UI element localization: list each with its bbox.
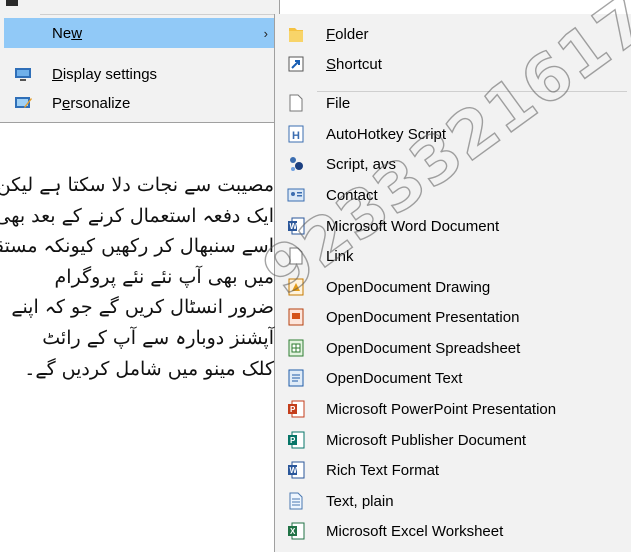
new-submenu-item-label: Microsoft PowerPoint Presentation (326, 400, 557, 418)
word-icon: W (287, 216, 305, 236)
excel-icon: X (287, 521, 305, 541)
new-submenu-item-label: Folder (326, 25, 369, 43)
folder-icon (287, 24, 305, 44)
new-submenu-item[interactable]: Folder (275, 19, 631, 49)
new-submenu-item[interactable]: X Microsoft Excel Worksheet (275, 516, 631, 546)
new-submenu-item-label: Script, avs (326, 155, 397, 173)
new-submenu-item[interactable]: Text, plain (275, 486, 631, 516)
new-submenu-item-label: Shortcut (326, 55, 382, 73)
powerpoint-icon: P (287, 399, 305, 419)
new-submenu-item-label: AutoHotkey Script (326, 125, 447, 143)
new-submenu-item-label: OpenDocument Spreadsheet (326, 339, 521, 357)
personalize-icon (14, 95, 32, 111)
new-submenu-item-label: OpenDocument Drawing (326, 278, 491, 296)
article-line: ضرور انسٹال کریں گے جو کہ اپنے (11, 296, 274, 319)
new-submenu-item[interactable]: H AutoHotkey Script (275, 119, 631, 149)
menu-item-new-label: New (52, 25, 82, 42)
script-icon (287, 154, 305, 174)
new-submenu-item-label: Microsoft Publisher Document (326, 431, 527, 449)
svg-text:X: X (290, 527, 296, 536)
shortcut-icon (287, 54, 305, 74)
new-submenu-item[interactable]: P Microsoft PowerPoint Presentation (275, 394, 631, 424)
ods-icon (287, 338, 305, 358)
article-line: آپشنز دوبارہ سے آپ کے رائٹ (42, 326, 274, 349)
article-line: کلک مینو میں شامل کردیں گے۔ (24, 357, 274, 380)
article-line: اسے سنبھال کر رکھیں کیونکہ مستقبل (0, 235, 274, 258)
file-icon (287, 93, 305, 113)
new-submenu-item-label: Text, plain (326, 492, 394, 510)
desktop-context-menu: New › Display settings Personalize (0, 0, 280, 123)
odp-icon (287, 307, 305, 327)
menu-separator (40, 14, 275, 15)
personalize-label: Personalize (52, 94, 131, 112)
new-submenu-item[interactable]: OpenDocument Text (275, 363, 631, 393)
svg-text:W: W (290, 222, 298, 231)
autohotkey-icon: H (287, 124, 305, 144)
menu-top-icon (6, 0, 18, 6)
new-submenu-item-label: OpenDocument Text (326, 369, 463, 387)
new-submenu-item-label: Microsoft Word Document (326, 217, 500, 235)
new-submenu-item[interactable]: W Microsoft Word Document (275, 211, 631, 241)
new-submenu-item-label: Microsoft Excel Worksheet (326, 522, 504, 540)
new-submenu-item[interactable]: OpenDocument Spreadsheet (275, 333, 631, 363)
article-line: ایک دفعہ استعمال کرنے کے بعد بھی (0, 204, 274, 227)
article-line: میں بھی آپ نئے نئے پروگرام (54, 265, 274, 288)
odt-icon (287, 368, 305, 388)
new-submenu-item-label: Rich Text Format (326, 461, 440, 479)
article-line: مصیبت سے نجات دلا سکتا ہے لیکن (0, 174, 274, 196)
svg-text:P: P (290, 436, 296, 445)
svg-text:H: H (292, 130, 300, 142)
display-settings-icon (14, 66, 32, 82)
menu-item-display-settings[interactable]: Display settings (4, 59, 276, 89)
display-settings-label: Display settings (52, 65, 158, 83)
new-submenu-item-label: OpenDocument Presentation (326, 308, 520, 326)
chevron-right-icon: › (263, 25, 268, 41)
article-text: مصیبت سے نجات دلا سکتا ہے لیکن ایک دفعہ … (0, 170, 274, 384)
new-submenu-item[interactable]: P Microsoft Publisher Document (275, 425, 631, 455)
new-submenu: Folder Shortcut File H AutoHotkey Script Scri… (274, 14, 631, 552)
new-label-text: New (52, 24, 83, 42)
menu-item-new[interactable]: New › (4, 18, 276, 48)
menu-item-personalize[interactable]: Personalize (4, 88, 276, 118)
new-submenu-item-label: Contact (326, 186, 378, 204)
svg-text:P: P (290, 405, 296, 414)
new-submenu-item[interactable]: Script, avs (275, 149, 631, 179)
odg-icon (287, 277, 305, 297)
new-submenu-item[interactable]: Shortcut (275, 49, 631, 79)
new-submenu-item[interactable]: Contact (275, 180, 631, 210)
contact-icon (287, 185, 305, 205)
svg-text:W: W (290, 466, 298, 475)
new-submenu-item[interactable]: OpenDocument Presentation (275, 302, 631, 332)
publisher-icon: P (287, 430, 305, 450)
new-submenu-item-label: File (326, 94, 351, 112)
new-submenu-item[interactable]: OpenDocument Drawing (275, 272, 631, 302)
new-submenu-item-label: Link (326, 247, 354, 265)
text-icon (287, 491, 305, 511)
link-icon (287, 246, 305, 266)
rtf-icon: W (287, 460, 305, 480)
new-submenu-item[interactable]: File (275, 88, 631, 118)
new-submenu-item[interactable]: W Rich Text Format (275, 455, 631, 485)
new-submenu-item[interactable]: Link (275, 241, 631, 271)
